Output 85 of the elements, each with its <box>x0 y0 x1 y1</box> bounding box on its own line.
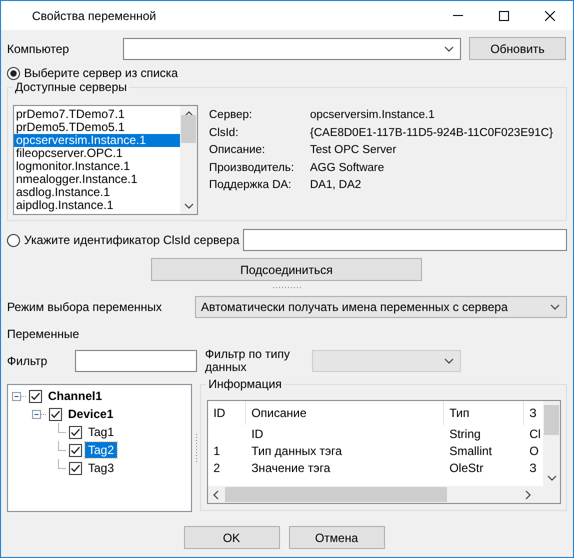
table-cell-text: З <box>528 460 538 477</box>
dropdown-value: Автоматически получать имена переменных с сервера <box>201 300 508 314</box>
section-label: Переменные <box>7 327 80 341</box>
list-item[interactable]: asdlog.Instance.1 <box>14 186 180 199</box>
refresh-button[interactable]: Обновить <box>469 37 566 60</box>
field-label: Описание: <box>209 144 266 158</box>
table-cell-text: Smallint <box>448 443 493 460</box>
field-value: AGG Software <box>310 162 386 175</box>
field-value: opcserversim.Instance.1 <box>310 109 436 122</box>
list-item[interactable]: nmealogger.Instance.1 <box>14 173 180 186</box>
field-label: ClsId: <box>209 126 240 140</box>
table-cell-text: 1 <box>212 443 221 460</box>
tree-item[interactable]: Tag2 <box>85 442 118 458</box>
table-cell-text: ID <box>250 426 264 443</box>
field-label: Режим выбора переменных <box>7 300 163 314</box>
field-label: Фильтр <box>7 354 48 368</box>
tree-item[interactable]: Channel1 <box>45 388 106 404</box>
field-label: Компьютер <box>7 42 70 56</box>
field-label: Фильтр по типу данных <box>205 348 291 374</box>
field-label: Производитель: <box>209 162 296 175</box>
field-value: Test OPC Server <box>310 144 398 158</box>
tree-item[interactable]: Tag3 <box>85 460 118 476</box>
window-title: Свойства переменной <box>32 8 158 22</box>
radio-button[interactable] <box>7 234 20 246</box>
checkbox[interactable] <box>29 390 42 402</box>
list-item[interactable]: prDemo5.TDemo5.1 <box>14 121 180 134</box>
table-cell-text: O <box>528 443 540 460</box>
checkbox[interactable] <box>49 408 62 420</box>
mode-dropdown[interactable]: Автоматически получать имена переменных с сервера <box>195 296 567 318</box>
list-item[interactable]: opcserversim.Instance.1 <box>14 134 180 147</box>
close-icon[interactable] <box>545 10 555 20</box>
tree-line <box>58 441 66 451</box>
list-item[interactable]: aipdlog.Instance.1 <box>14 199 180 212</box>
chevron-right-icon <box>525 490 532 500</box>
chevron-down-icon <box>546 475 557 481</box>
horizontal-scrollbar[interactable] <box>208 486 560 503</box>
column-header[interactable]: Описание <box>246 401 444 425</box>
checkbox[interactable] <box>69 444 82 456</box>
checkbox[interactable] <box>69 462 82 474</box>
table-cell-text: Значение тэга <box>250 460 332 477</box>
list-item[interactable]: logmonitor.Instance.1 <box>14 160 180 173</box>
scrollbar-thumb[interactable] <box>225 487 448 502</box>
chevron-up-icon <box>184 111 194 117</box>
field-value: DA1, DA2 <box>310 179 362 192</box>
radio-label[interactable]: Выберите сервер из списка <box>24 66 178 80</box>
scrollbar-thumb[interactable] <box>181 115 196 143</box>
table-cell-text: 2 <box>212 460 221 477</box>
table-cell-text: Тип данных тэга <box>250 443 343 460</box>
tree-line <box>58 423 66 433</box>
filter-field[interactable] <box>75 350 197 372</box>
chevron-down-icon <box>444 46 454 52</box>
group-title: Доступные серверы <box>13 80 129 94</box>
chevron-down-icon <box>184 203 194 209</box>
tree-line <box>58 459 66 469</box>
column-header[interactable]: Тип <box>444 401 524 425</box>
connect-button[interactable]: Подсоединиться <box>151 258 422 281</box>
computer-dropdown[interactable] <box>123 38 461 60</box>
field-value: {CAE8D0E1-117B-11D5-924B-11C0F023E91C} <box>310 126 553 140</box>
table-cell-text: Cl <box>528 426 542 443</box>
table-cell-text: OleStr <box>448 460 484 477</box>
chevron-down-icon <box>550 304 560 310</box>
maximize-icon[interactable] <box>499 10 509 20</box>
ok-button[interactable]: OK <box>184 526 280 549</box>
checkbox[interactable] <box>69 426 82 438</box>
field-label: Поддержка DA: <box>209 179 292 192</box>
chevron-down-icon <box>444 358 454 364</box>
tree-item[interactable]: Tag1 <box>85 424 118 440</box>
tree-item[interactable]: Device1 <box>65 406 116 422</box>
group-title: Информация <box>206 377 284 391</box>
clsid-field[interactable] <box>243 229 567 251</box>
cancel-button[interactable]: Отмена <box>288 526 384 549</box>
field-label: Сервер: <box>209 109 254 122</box>
vertical-scrollbar[interactable] <box>543 401 560 486</box>
list-item[interactable]: prDemo7.TDemo7.1 <box>14 108 180 121</box>
table-cell-text: String <box>448 426 482 443</box>
collapse-icon[interactable] <box>12 392 26 400</box>
column-header[interactable]: ID <box>208 401 246 425</box>
vertical-scrollbar[interactable] <box>180 106 197 214</box>
server-list[interactable]: prDemo7.TDemo7.1 prDemo5.TDemo5.1 opcserversim.Instance.1 fileopcserver.OPC.1 logmonitor.Instance.1 nmealogger.Instance.1 asdlog.Instance.1 aipdlog.Instance.1 <box>13 105 198 215</box>
scrollbar-thumb[interactable] <box>544 404 560 434</box>
radio-label[interactable]: Укажите идентификатор ClsId сервера <box>24 233 240 247</box>
chevron-left-icon <box>213 490 220 500</box>
collapse-icon[interactable] <box>32 410 46 418</box>
radio-button[interactable] <box>7 66 20 80</box>
list-item[interactable]: fileopcserver.OPC.1 <box>14 147 180 160</box>
